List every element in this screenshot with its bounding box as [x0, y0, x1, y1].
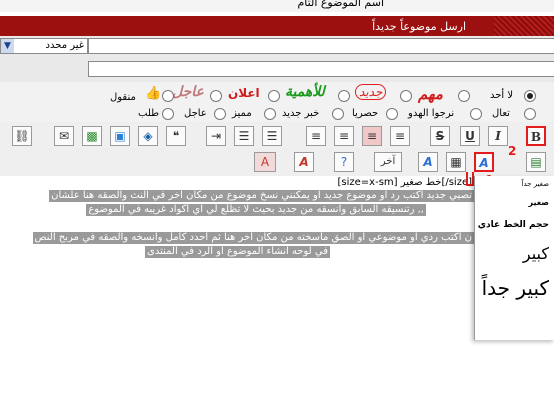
radio-calm[interactable]	[470, 108, 482, 120]
quote-icon[interactable]: ❝	[166, 126, 186, 146]
strike-button[interactable]: S	[430, 126, 450, 146]
size-x-large[interactable]: كبير جداً	[482, 276, 549, 300]
font-size-button[interactable]: A	[474, 152, 494, 172]
radio-come-label: تعال	[492, 108, 510, 119]
editor-line-3: ن اكتب ردي او موضوعي او الصق ماسخته من م…	[32, 232, 474, 244]
announcement-icon: اعلان	[228, 86, 260, 100]
title-row: ▼ غير محدد	[0, 36, 554, 56]
bbcode-preview-line: [size=x-sm] خط صغير[/size] 1	[0, 172, 493, 190]
size-normal[interactable]: حجم الخط عادي	[478, 220, 549, 230]
image-icon[interactable]: ▩	[82, 126, 102, 146]
radio-special[interactable]	[264, 108, 276, 120]
code-icon[interactable]: ◈	[138, 126, 158, 146]
font-size-menu: صغير جداً صغير حجم الخط عادي كبير كبير ج…	[474, 176, 554, 340]
radio-important[interactable]	[458, 90, 470, 102]
message-row	[0, 56, 554, 82]
top-strip: اسم الموضوع التام	[0, 0, 554, 12]
title-hatch-pattern	[494, 16, 554, 36]
link-icon[interactable]: ⛓	[12, 126, 32, 146]
numbered-list-icon[interactable]: ☰	[262, 126, 282, 146]
radio-urgent[interactable]	[210, 90, 222, 102]
bullet-list-icon[interactable]: ☰	[234, 126, 254, 146]
radio-announcement[interactable]	[268, 90, 280, 102]
chevron-down-icon[interactable]: ▼	[1, 39, 14, 53]
important-icon: مهم	[418, 85, 443, 103]
form-title-bar: ارسل موضوعاً جديداً	[0, 16, 554, 36]
radio-exclusive-label: حصريا	[352, 108, 379, 119]
color-grid-icon[interactable]: ▦	[446, 152, 466, 172]
align-center-icon[interactable]: ≡	[362, 126, 382, 146]
radio-request[interactable]	[162, 108, 174, 120]
editor-line-2: رتنسيقه السابق وانسقه من جديد بحيث لا تظ…	[86, 204, 426, 216]
message-editor[interactable]: تصبي جديد اكتب رد او موضوع جديد او يمكنن…	[0, 190, 554, 418]
film-icon[interactable]: ▤	[526, 152, 546, 172]
prefix-select-value: غير محدد	[45, 40, 84, 51]
radio-none[interactable]	[524, 90, 536, 102]
radio-exclusive[interactable]	[386, 108, 398, 120]
form-title: ارسل موضوعاً جديداً	[372, 20, 466, 33]
size-small[interactable]: صغير	[529, 198, 550, 207]
align-left-icon[interactable]: ≡	[334, 126, 354, 146]
annotation-marker-1	[466, 172, 474, 186]
post-icon-row: لا أحد مهم جديد للأهمية اعلان عاجل 👍 منق…	[0, 82, 554, 122]
highlight-icon[interactable]: A	[294, 152, 314, 172]
radio-news-label: خبر جديد	[282, 108, 320, 119]
priority-icon: للأهمية	[285, 84, 325, 100]
size-tag-text: [size=x-sm] خط صغير[/size]	[337, 177, 473, 188]
radio-special-label: مميز	[232, 108, 252, 119]
font-face-button[interactable]: A	[418, 152, 438, 172]
radio-quoted[interactable]	[162, 90, 174, 102]
quoted-label: منقول	[110, 92, 136, 103]
more-button[interactable]: آخر	[374, 152, 402, 172]
urgent-icon: عاجل	[172, 84, 204, 100]
editor-toolbar: B I U S ≡ ≡ ≡ ≡ ☰ ☰ ⇥ ❝ ◈ ▣ ▩ ✉ ⛓ ▤ 2 A …	[0, 122, 554, 176]
radio-new[interactable]	[400, 90, 412, 102]
remove-format-icon[interactable]: A	[254, 152, 276, 172]
radio-none-label: لا أحد	[490, 90, 514, 101]
editor-line-4: في لوحه انشاء الموضوع او الرد في المنتدى	[145, 246, 330, 258]
radio-request-label: طلب	[138, 108, 160, 119]
align-right-icon[interactable]: ≡	[390, 126, 410, 146]
radio-urgent-2-label: عاجل	[184, 108, 207, 119]
radio-calm-label: نرجوا الهدو	[408, 108, 455, 119]
description-input[interactable]	[88, 61, 554, 77]
editor-line-1: تصبي جديد اكتب رد او موضوع جديد او يمكنن…	[49, 190, 474, 202]
radio-come[interactable]	[524, 108, 536, 120]
radio-priority[interactable]	[338, 90, 350, 102]
indent-icon[interactable]: ⇥	[206, 126, 226, 146]
italic-button[interactable]: I	[488, 126, 508, 146]
thumbs-up-icon: 👍	[145, 86, 162, 101]
email-icon[interactable]: ✉	[54, 126, 74, 146]
help-icon[interactable]: ?	[334, 152, 354, 172]
page-heading-fragment: اسم الموضوع التام	[297, 0, 384, 9]
underline-button[interactable]: U	[460, 126, 480, 146]
size-xx-small[interactable]: صغير جداً	[522, 180, 549, 188]
prefix-select[interactable]: ▼ غير محدد	[0, 38, 88, 54]
bold-button[interactable]: B	[526, 126, 546, 146]
justify-icon[interactable]: ≡	[306, 126, 326, 146]
new-icon: جديد	[355, 84, 387, 100]
size-large[interactable]: كبير	[523, 244, 549, 263]
media-icon[interactable]: ▣	[110, 126, 130, 146]
title-input[interactable]	[88, 38, 554, 54]
radio-urgent-2[interactable]	[214, 108, 226, 120]
annotation-2: 2	[508, 144, 517, 158]
radio-news[interactable]	[332, 108, 344, 120]
